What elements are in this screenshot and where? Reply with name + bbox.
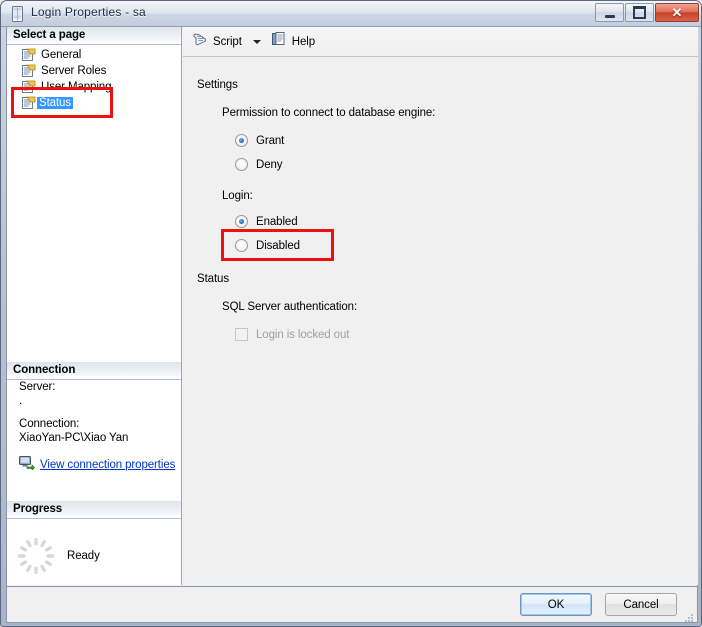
left-pane: Select a page General Server Roles User …: [7, 27, 182, 585]
connection-label: Connection:: [19, 418, 80, 430]
server-connection-icon: [19, 456, 35, 473]
resize-grip[interactable]: [684, 610, 694, 622]
server-value: .: [19, 395, 23, 407]
ok-button[interactable]: OK: [520, 593, 592, 616]
server-label: Server:: [19, 381, 56, 393]
table-icon: [11, 6, 24, 22]
select-a-page-header: Select a page: [7, 27, 181, 45]
radio-deny[interactable]: Deny: [235, 158, 283, 171]
chevron-down-icon[interactable]: [252, 39, 261, 44]
sidebar-item-general[interactable]: General: [7, 47, 181, 63]
right-pane: Script Help Settings Permission to conne…: [183, 27, 698, 585]
help-label: Help: [291, 35, 316, 48]
script-scroll-icon: [192, 31, 208, 52]
dialog-client-area: Select a page General Server Roles User …: [6, 27, 698, 587]
checkbox-indicator: [235, 328, 248, 341]
progress-row: Ready: [7, 519, 181, 577]
sidebar-item-status[interactable]: Status: [7, 95, 181, 111]
sidebar-item-label: User Mapping: [41, 81, 112, 93]
checkbox-login-locked-out-label: Login is locked out: [256, 328, 350, 341]
close-button[interactable]: ✕: [655, 3, 699, 22]
settings-content: Settings Permission to connect to databa…: [183, 57, 698, 585]
sidebar-item-label: General: [41, 49, 82, 61]
checkbox-login-locked-out: Login is locked out: [235, 328, 349, 341]
progress-status: Ready: [67, 550, 100, 562]
radio-disabled-label: Disabled: [256, 239, 300, 252]
ok-button-label: OK: [547, 598, 565, 611]
radio-grant-label: Grant: [256, 134, 285, 147]
radio-enabled-label: Enabled: [256, 215, 298, 228]
progress-body: Ready: [7, 519, 181, 577]
view-connection-properties-row[interactable]: View connection properties: [7, 456, 181, 473]
connection-body: Server: . Connection: XiaoYan-PC\Xiao Ya…: [7, 380, 181, 473]
permission-label: Permission to connect to database engine…: [222, 107, 436, 119]
radio-grant-indicator: [235, 134, 248, 147]
script-button[interactable]: Script: [188, 31, 246, 53]
help-book-icon: [271, 31, 287, 52]
view-connection-properties-link[interactable]: View connection properties: [35, 459, 175, 471]
cancel-button-label: Cancel: [623, 598, 659, 611]
page-icon: [21, 48, 37, 62]
radio-deny-label: Deny: [256, 158, 283, 171]
connection-value: XiaoYan-PC\Xiao Yan: [19, 432, 129, 444]
sidebar-item-label: Server Roles: [41, 65, 107, 77]
window-title: Login Properties - sa: [31, 5, 146, 19]
page-list: General Server Roles User Mapping Status: [7, 45, 181, 111]
page-icon: [21, 64, 37, 78]
settings-group-title: Settings: [197, 79, 238, 91]
window-controls: ✕: [594, 3, 699, 22]
connection-header: Connection: [7, 362, 181, 380]
sidebar-item-user-mapping[interactable]: User Mapping: [7, 79, 181, 95]
script-label: Script: [213, 35, 242, 48]
page-icon: [21, 80, 37, 94]
radio-deny-indicator: [235, 158, 248, 171]
radio-disabled[interactable]: Disabled: [235, 239, 300, 252]
help-button[interactable]: Help: [267, 31, 319, 53]
title-bar[interactable]: Login Properties - sa ✕: [1, 1, 701, 27]
sql-auth-label: SQL Server authentication:: [222, 301, 358, 313]
toolbar: Script Help: [183, 27, 698, 57]
status-group-title: Status: [197, 273, 230, 285]
maximize-button[interactable]: [625, 3, 654, 22]
radio-enabled[interactable]: Enabled: [235, 215, 298, 228]
spinner-icon: [15, 535, 57, 577]
login-label: Login:: [222, 190, 253, 202]
sidebar-item-server-roles[interactable]: Server Roles: [7, 63, 181, 79]
login-properties-window: Login Properties - sa ✕ Select a page Ge…: [0, 0, 702, 627]
radio-enabled-indicator: [235, 215, 248, 228]
progress-header: Progress: [7, 501, 181, 519]
close-icon: ✕: [671, 5, 683, 20]
radio-disabled-indicator: [235, 239, 248, 252]
cancel-button[interactable]: Cancel: [605, 593, 677, 616]
page-icon: [21, 96, 37, 110]
sidebar-item-label: Status: [37, 97, 74, 109]
dialog-footer: OK Cancel: [6, 587, 698, 623]
radio-grant[interactable]: Grant: [235, 134, 284, 147]
minimize-button[interactable]: [595, 3, 624, 22]
